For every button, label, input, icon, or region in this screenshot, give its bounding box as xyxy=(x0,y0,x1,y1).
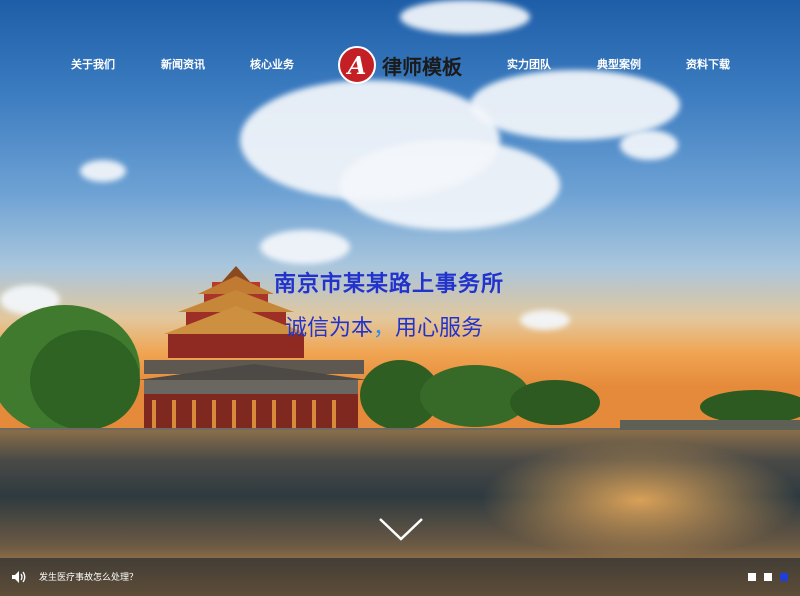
hero-title: 南京市某某路上事务所 xyxy=(274,271,505,297)
cloud xyxy=(620,130,678,160)
nav-item-team[interactable]: 实力团队 xyxy=(507,56,551,72)
hero-subtitle-sep: ， xyxy=(373,316,396,341)
speaker-icon[interactable] xyxy=(11,570,27,584)
hero-subtitle-right: 用心服务 xyxy=(395,316,484,341)
chevron-down-icon[interactable] xyxy=(378,516,424,542)
cloud xyxy=(520,310,570,330)
nav-item-about[interactable]: 关于我们 xyxy=(71,56,115,72)
cloud xyxy=(80,160,126,182)
slide-indicator-3[interactable] xyxy=(780,573,788,581)
nav-item-downloads[interactable]: 资料下载 xyxy=(686,56,730,72)
moat-wall xyxy=(620,420,800,430)
logo-text: 律师模板 xyxy=(382,54,462,79)
slide-indicator-1[interactable] xyxy=(748,573,756,581)
svg-text:A: A xyxy=(346,53,367,77)
cloud xyxy=(260,230,350,264)
logo-a-icon: A xyxy=(346,53,367,77)
cloud xyxy=(340,140,560,230)
news-ticker-text[interactable]: 发生医疗事故怎么处理？ xyxy=(39,570,138,583)
site-logo[interactable]: A 律师模板 xyxy=(338,46,462,84)
logo-badge: A xyxy=(338,46,376,84)
slide-indicator-2[interactable] xyxy=(764,573,772,581)
nav-item-news[interactable]: 新闻资讯 xyxy=(161,56,205,72)
tree xyxy=(700,390,800,424)
hero-subtitle: 诚信为本，用心服务 xyxy=(285,310,483,342)
hero-subtitle-left: 诚信为本 xyxy=(285,316,374,341)
tree xyxy=(510,380,600,425)
nav-item-cases[interactable]: 典型案例 xyxy=(597,56,641,72)
main-nav: 关于我们 新闻资讯 核心业务 A 律师模板 实力团队 典型案例 资料下载 xyxy=(0,0,800,120)
tree xyxy=(30,330,140,430)
nav-item-services[interactable]: 核心业务 xyxy=(250,56,294,72)
water-reflection xyxy=(480,440,800,560)
